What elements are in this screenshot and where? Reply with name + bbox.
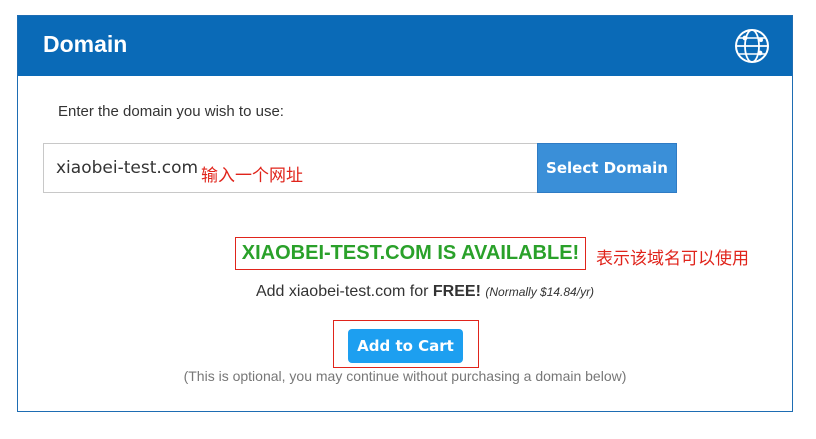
offer-line: Add xiaobei-test.com for FREE! (Normally… bbox=[18, 283, 792, 301]
offer-normal-price: (Normally $14.84/yr) bbox=[485, 285, 595, 299]
add-to-cart-button[interactable]: Add to Cart bbox=[348, 329, 463, 363]
availability-annotation: 表示该域名可以使用 bbox=[596, 249, 749, 269]
availability-highlight: XIAOBEI-TEST.COM IS AVAILABLE! bbox=[235, 237, 586, 270]
offer-prefix: Add xiaobei-test.com for bbox=[255, 283, 433, 300]
select-domain-button[interactable]: Select Domain bbox=[537, 143, 677, 193]
domain-prompt: Enter the domain you wish to use: bbox=[58, 103, 284, 120]
input-annotation: 输入一个网址 bbox=[201, 166, 303, 186]
optional-note: (This is optional, you may continue with… bbox=[183, 368, 627, 384]
globe-icon bbox=[735, 29, 769, 63]
domain-panel: Domain Enter the domain you wish to use:… bbox=[17, 15, 793, 412]
offer-free: FREE! bbox=[432, 283, 481, 300]
availability-message: XIAOBEI-TEST.COM IS AVAILABLE! bbox=[241, 242, 580, 264]
panel-title: Domain bbox=[43, 31, 128, 57]
panel-header: Domain bbox=[18, 16, 792, 76]
